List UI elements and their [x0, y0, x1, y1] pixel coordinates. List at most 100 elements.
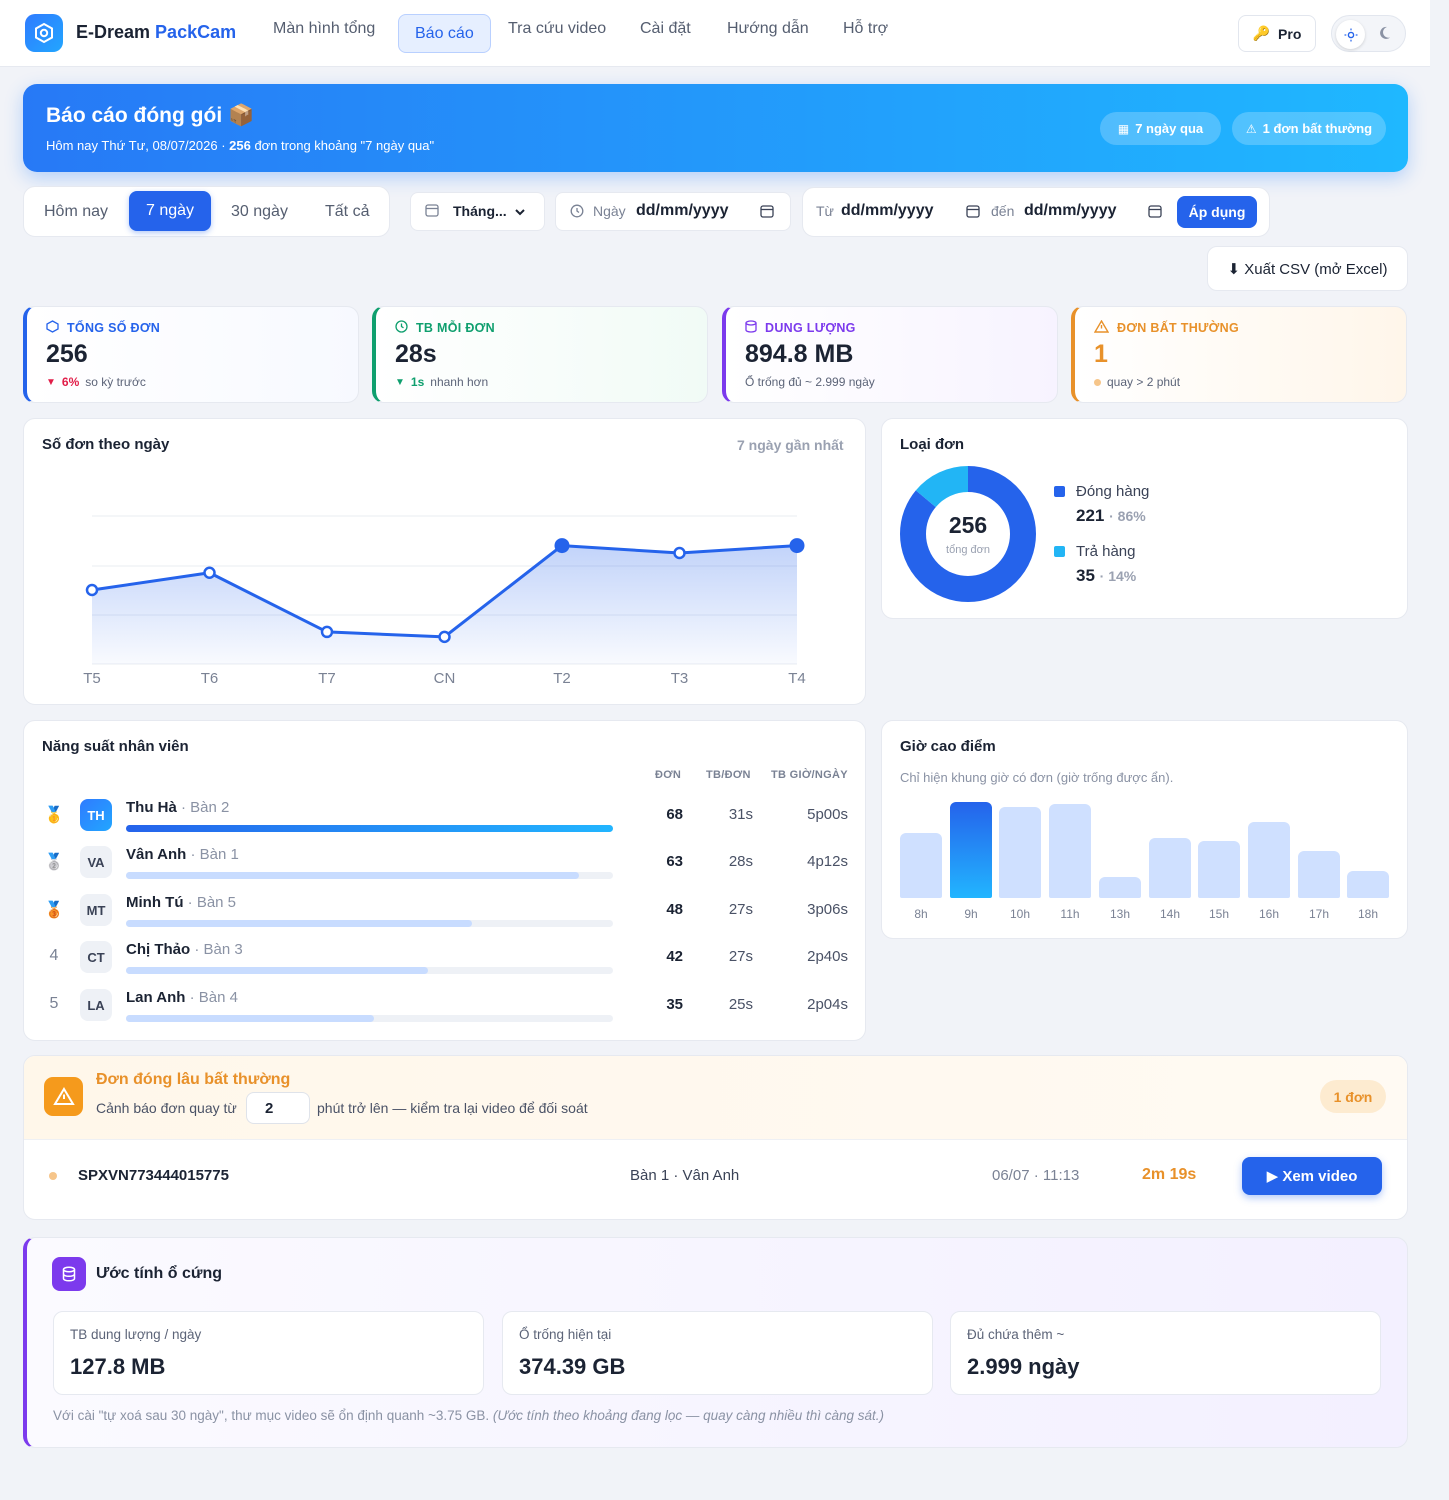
staff-name: Vân Anh · Bàn 1: [126, 846, 239, 863]
staff-hours: 3p06s: [807, 901, 848, 918]
nav-reports[interactable]: Báo cáo: [398, 14, 491, 53]
hour-bar[interactable]: [1149, 838, 1191, 898]
page-title: Báo cáo đóng gói 📦: [46, 104, 255, 127]
staff-avg: 27s: [728, 901, 753, 918]
rank-badge: 5: [49, 995, 59, 1012]
anomaly-badge[interactable]: ⚠ 1 đơn bất thường: [1232, 112, 1386, 145]
clock-icon: [395, 320, 408, 336]
to-date-input[interactable]: dd/mm/yyyy: [1024, 202, 1116, 220]
avatar: LA: [80, 989, 112, 1021]
staff-avg: 27s: [728, 948, 753, 965]
hour-label: 10h: [1009, 907, 1031, 921]
nav-support[interactable]: Hỗ trợ: [843, 20, 888, 38]
data-point[interactable]: [789, 538, 805, 554]
peak-hours-note: Chỉ hiện khung giờ có đơn (giờ trống đượ…: [900, 770, 1174, 785]
hour-bar[interactable]: [1248, 822, 1290, 898]
pro-button[interactable]: 🔑 Pro: [1238, 15, 1316, 52]
data-point[interactable]: [438, 630, 451, 644]
anomaly-desc-b: phút trở lên — kiểm tra lại video để đối…: [317, 1100, 588, 1116]
warning-icon: ⚠: [1245, 121, 1257, 136]
apply-button[interactable]: Áp dụng: [1177, 196, 1257, 228]
progress-fill: [126, 920, 472, 927]
day-label: Ngày: [593, 203, 626, 219]
from-date-input[interactable]: dd/mm/yyyy: [841, 202, 933, 220]
x-tick-label: T5: [83, 670, 101, 687]
key-icon: 🔑: [1252, 25, 1271, 41]
x-tick-label: T4: [788, 670, 806, 687]
avatar: CT: [80, 941, 112, 973]
day-input[interactable]: dd/mm/yyyy: [636, 202, 728, 220]
range-7-days[interactable]: 7 ngày: [129, 191, 211, 231]
progress-fill: [126, 825, 613, 832]
nav-settings[interactable]: Cài đặt: [640, 20, 691, 38]
data-point[interactable]: [85, 583, 99, 597]
calendar-icon[interactable]: [966, 204, 980, 223]
anomaly-order-desk: Bàn 1 · Vân Anh: [630, 1167, 740, 1184]
kpi-anomalies: ĐƠN BẤT THƯỜNG 1 quay > 2 phút: [1071, 306, 1407, 403]
progress-fill: [126, 1015, 375, 1022]
kpi-value: 894.8 MB: [745, 340, 854, 368]
status-dot: [1094, 378, 1101, 386]
hour-bar[interactable]: [1347, 871, 1389, 898]
nav-video-search[interactable]: Tra cứu video: [508, 20, 606, 38]
staff-hours: 5p00s: [807, 806, 848, 823]
to-label: đến: [991, 203, 1015, 219]
progress-track: [126, 920, 613, 927]
progress-fill: [126, 872, 579, 879]
hour-bar[interactable]: [1049, 804, 1091, 898]
nav-dashboard[interactable]: Màn hình tổng: [273, 20, 375, 38]
data-point[interactable]: [673, 546, 686, 560]
kpi-value: 256: [46, 340, 88, 368]
data-point[interactable]: [203, 566, 216, 579]
threshold-input[interactable]: 2: [246, 1092, 310, 1124]
kpi-value: 28s: [395, 340, 437, 368]
export-csv-button[interactable]: ⬇ Xuất CSV (mở Excel): [1207, 246, 1408, 291]
top-bar: E-Dream PackCam Màn hình tổng Báo cáo Tr…: [0, 0, 1430, 67]
hour-bar[interactable]: [900, 833, 942, 898]
database-icon: [745, 320, 757, 336]
hour-bar[interactable]: [950, 802, 992, 898]
staff-orders: 68: [666, 806, 683, 823]
rank-badge: 🥉: [44, 902, 64, 919]
watch-video-button[interactable]: ▶ Xem video: [1242, 1157, 1382, 1195]
x-tick-label: CN: [434, 670, 456, 687]
series-area: [92, 545, 797, 664]
x-tick-label: T2: [553, 670, 571, 687]
donut-total: 256: [948, 512, 988, 538]
progress-track: [126, 825, 613, 832]
hour-label: 15h: [1208, 907, 1230, 921]
x-tick-label: T7: [318, 670, 336, 687]
range-today[interactable]: Hôm nay: [44, 203, 108, 221]
calendar-icon: ▦: [1117, 121, 1130, 136]
range-all[interactable]: Tất cả: [325, 203, 369, 221]
calendar-icon[interactable]: [760, 204, 774, 223]
hour-bar[interactable]: [1198, 841, 1240, 898]
range-30-days[interactable]: 30 ngày: [231, 203, 288, 221]
warning-icon: [44, 1077, 83, 1116]
calendar-icon[interactable]: [1148, 204, 1162, 223]
sun-icon[interactable]: [1336, 20, 1365, 49]
app-logo-icon[interactable]: [25, 14, 63, 52]
hour-bar[interactable]: [999, 807, 1041, 898]
report-header: Báo cáo đóng gói 📦 Hôm nay Thứ Tư, 08/07…: [23, 84, 1408, 172]
nav-guide[interactable]: Hướng dẫn: [727, 20, 809, 38]
staff-avg: 31s: [728, 806, 753, 823]
data-point[interactable]: [554, 538, 570, 554]
database-icon: [52, 1257, 86, 1291]
legend-returns-value: 35 · 14%: [1076, 566, 1137, 585]
moon-icon[interactable]: [1378, 24, 1396, 47]
trend-down-icon: ▼: [395, 376, 405, 388]
data-point[interactable]: [320, 625, 334, 639]
x-tick-label: T6: [201, 670, 219, 687]
hour-bar[interactable]: [1298, 851, 1340, 898]
hour-label: 13h: [1109, 907, 1131, 921]
hour-bar[interactable]: [1099, 877, 1141, 898]
col-avg-hours-per-day: TB GIỜ/NGÀY: [771, 769, 848, 781]
progress-track: [126, 872, 613, 879]
disk-days-remaining: Đủ chứa thêm ~2.999 ngày: [950, 1311, 1381, 1395]
theme-toggle[interactable]: [1331, 15, 1406, 52]
progress-track: [126, 967, 613, 974]
kpi-total-orders: TỔNG SỐ ĐƠN 256 ▼ 6% so kỳ trước: [23, 306, 359, 403]
kpi-value: 1: [1094, 340, 1108, 368]
anomaly-order-time: 06/07 · 11:13: [992, 1167, 1080, 1184]
